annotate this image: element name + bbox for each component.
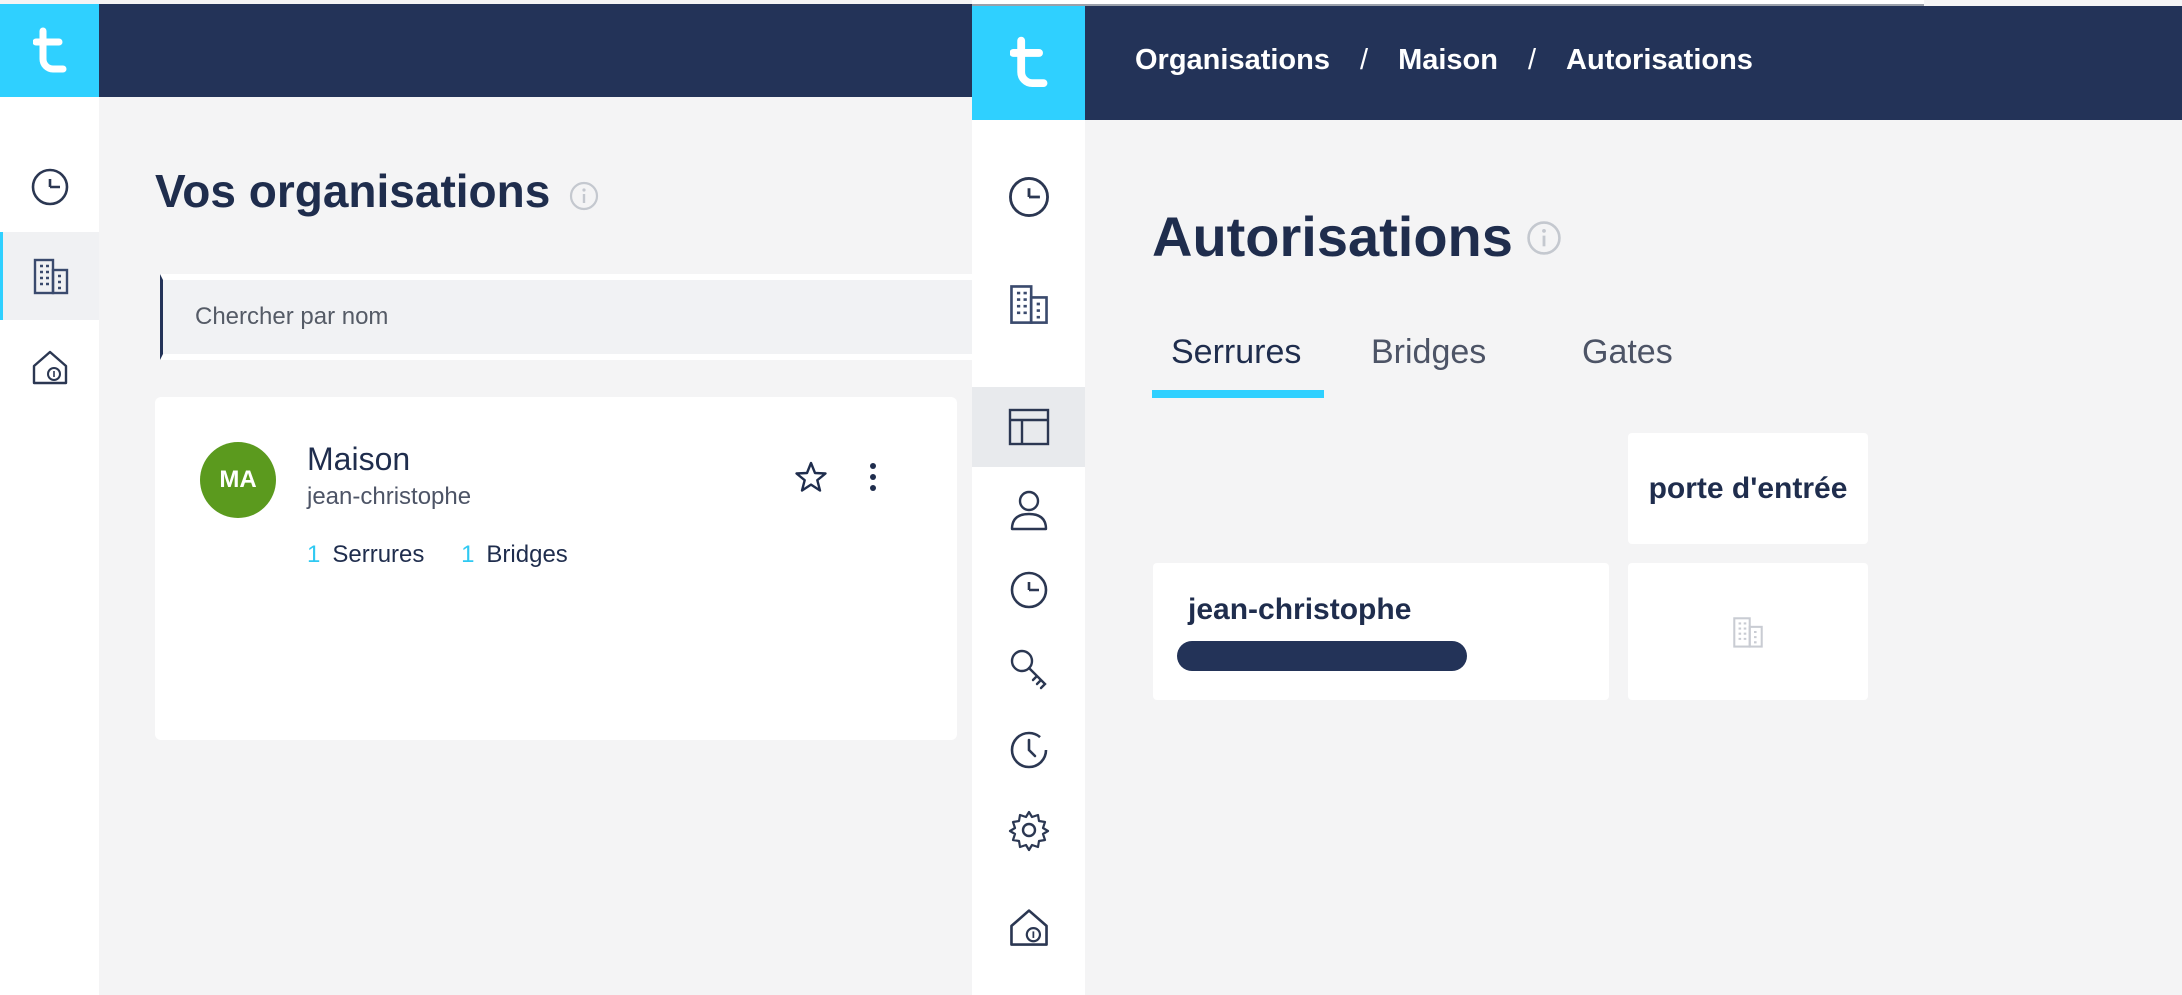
organisations-screen: Vos organisations MA Maison jean-christo…: [0, 0, 972, 995]
breadcrumb-separator: /: [1360, 44, 1369, 76]
top-bar: Organisations / Maison / Autorisations: [1085, 6, 2182, 120]
tab-gates[interactable]: Gates: [1582, 333, 1673, 372]
organization-card[interactable]: MA Maison jean-christophe 1 Serrures 1 Bri…: [155, 397, 957, 740]
building-icon: [1009, 285, 1048, 324]
rail-locks[interactable]: [972, 555, 1085, 625]
locks-label: Serrures: [332, 541, 425, 568]
lock-dial-icon: [1010, 571, 1047, 609]
breadcrumb-maison[interactable]: Maison: [1398, 44, 1498, 76]
rail-keys[interactable]: [972, 633, 1085, 705]
breadcrumb-organisations[interactable]: Organisations: [1135, 44, 1330, 76]
organization-name[interactable]: Maison: [307, 441, 410, 478]
user-icon: [1010, 490, 1047, 531]
bridges-label: Bridges: [486, 541, 568, 568]
home-coin-icon: [32, 350, 67, 385]
building-icon: [1733, 616, 1763, 648]
tab-serrures[interactable]: Serrures: [1171, 333, 1301, 372]
kebab-icon: [870, 463, 876, 491]
info-icon[interactable]: [568, 180, 600, 212]
rail-overview[interactable]: [972, 387, 1085, 467]
breadcrumb-separator: /: [1527, 44, 1537, 76]
top-bar: [99, 4, 972, 97]
lock-column-header: porte d'entrée: [1628, 433, 1868, 544]
search-box: [160, 274, 972, 360]
layout-icon: [1008, 408, 1049, 446]
tab-bridges[interactable]: Bridges: [1371, 333, 1486, 372]
page-title: Autorisations: [1152, 205, 1513, 268]
key-icon: [1010, 649, 1047, 690]
avatar: MA: [200, 442, 276, 518]
authorizations-screen: Organisations / Maison / Autorisations A…: [972, 0, 2182, 995]
rail-history[interactable]: [972, 715, 1085, 785]
locks-count: 1: [307, 541, 321, 568]
rail-dashboard[interactable]: [0, 148, 99, 226]
rail-users[interactable]: [972, 475, 1085, 545]
redacted-email: [1177, 641, 1467, 671]
active-tab-indicator: [1152, 390, 1324, 398]
home-coin-icon: [1009, 909, 1048, 946]
user-name: jean-christophe: [1188, 593, 1412, 626]
dashboard-icon: [31, 168, 68, 206]
side-rail: [0, 97, 99, 995]
gear-icon: [1008, 810, 1049, 852]
app-logo[interactable]: [0, 4, 99, 97]
rail-home-subscription[interactable]: [0, 327, 99, 407]
logo-t-icon: [32, 27, 66, 72]
page-title: Vos organisations: [155, 165, 551, 217]
side-rail: [972, 120, 1085, 995]
dashboard-icon: [1008, 177, 1049, 217]
bridges-count: 1: [461, 541, 475, 568]
permission-cell[interactable]: [1628, 563, 1868, 700]
organization-owner: jean-christophe: [307, 483, 472, 510]
organization-stats: 1 Serrures 1 Bridges: [307, 541, 598, 569]
building-icon: [33, 258, 69, 295]
star-icon: [795, 461, 827, 492]
user-row[interactable]: jean-christophe: [1153, 563, 1609, 700]
info-icon[interactable]: [1525, 219, 1563, 257]
search-input[interactable]: [163, 280, 972, 354]
rail-organisations[interactable]: [0, 232, 99, 320]
rail-dashboard[interactable]: [972, 162, 1085, 232]
favorite-button[interactable]: [791, 457, 831, 497]
logo-t-icon: [1009, 36, 1047, 88]
rail-settings[interactable]: [972, 795, 1085, 865]
breadcrumb: Organisations / Maison / Autorisations: [1135, 44, 1753, 77]
rail-organisations[interactable]: [972, 268, 1085, 340]
app-logo[interactable]: [972, 6, 1085, 120]
clock-icon: [1010, 731, 1047, 769]
more-options-button[interactable]: [858, 457, 888, 497]
rail-home-subscription[interactable]: [972, 882, 1085, 972]
breadcrumb-autorisations: Autorisations: [1566, 44, 1753, 76]
